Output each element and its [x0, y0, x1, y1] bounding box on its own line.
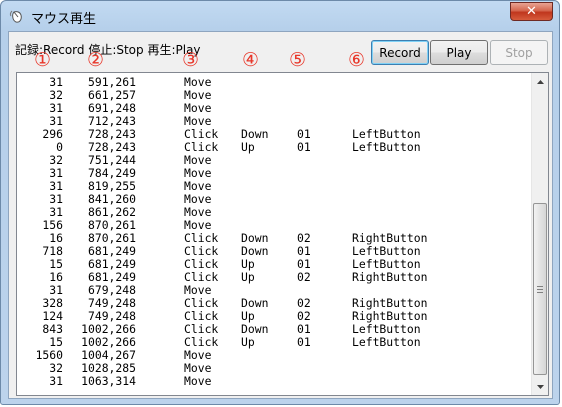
row-action: Move [184, 374, 212, 388]
row-position: 1063,314 [81, 374, 136, 388]
row-code: 01 [297, 140, 311, 154]
annotation-3: ③ [182, 49, 200, 71]
mouse-icon [9, 10, 22, 23]
annotation-1: ① [34, 49, 52, 71]
chevron-down-icon[interactable] [532, 378, 548, 395]
row-state: Up [241, 140, 255, 154]
row-code: 02 [297, 270, 311, 284]
vertical-scrollbar[interactable] [531, 73, 548, 395]
annotation-2: ② [87, 49, 105, 71]
grip-icon [537, 286, 543, 293]
chevron-up-icon[interactable] [532, 73, 548, 90]
row-state: Up [241, 335, 255, 349]
window-title: マウス再生 [31, 12, 97, 27]
close-button[interactable]: ✕ [510, 2, 553, 21]
app-window: マウス再生 ✕ 記録:Record 停止:Stop 再生:Play Record… [0, 0, 560, 405]
client-area: 記録:Record 停止:Stop 再生:Play Record Play St… [8, 31, 553, 399]
row-button: LeftButton [352, 140, 421, 154]
close-icon: ✕ [526, 4, 537, 19]
annotation-4: ④ [242, 49, 260, 71]
event-rows: 31 591,261 Move 32 661,257 Move 31 691,248 Move 3… [17, 76, 531, 388]
list-item[interactable]: 31 1063,314 Move [17, 375, 531, 388]
row-button: RightButton [352, 270, 428, 284]
row-interval: 31 [49, 374, 63, 388]
event-list[interactable]: 31 591,261 Move 32 661,257 Move 31 691,248 Move 3… [16, 72, 549, 396]
row-button: LeftButton [352, 335, 421, 349]
column-annotations: ① ② ③ ④ ⑤ ⑥ [9, 50, 552, 72]
scrollbar-thumb[interactable] [533, 203, 547, 375]
annotation-6: ⑥ [348, 49, 366, 71]
row-state: Up [241, 270, 255, 284]
row-code: 01 [297, 335, 311, 349]
annotation-5: ⑤ [289, 49, 307, 71]
title-bar[interactable]: マウス再生 ✕ [1, 1, 559, 31]
